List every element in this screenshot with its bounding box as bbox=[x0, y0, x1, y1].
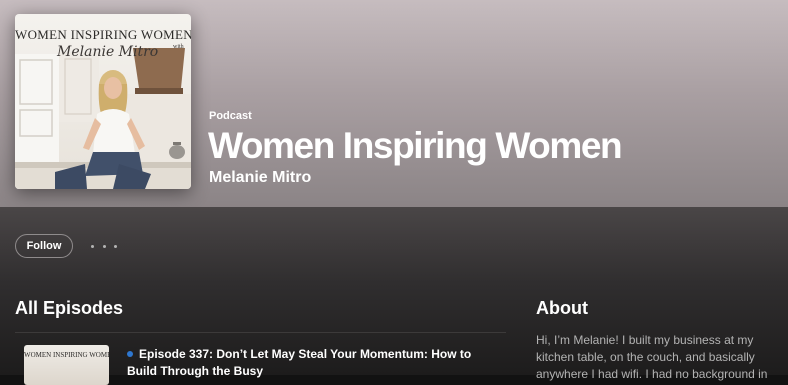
about-description: Hi, I’m Melanie! I built my business at … bbox=[536, 333, 768, 381]
more-options-button[interactable] bbox=[91, 238, 117, 254]
follow-button[interactable]: Follow bbox=[15, 234, 73, 258]
episode-thumbnail[interactable]: WOMEN INSPIRING WOMEN bbox=[24, 345, 109, 385]
cover-title: WOMEN INSPIRING WOMEN bbox=[15, 27, 191, 42]
page-title: Women Inspiring Women bbox=[208, 125, 623, 166]
more-dot-icon bbox=[114, 244, 117, 248]
about-heading: About bbox=[536, 298, 588, 318]
more-dot-icon bbox=[102, 244, 106, 248]
podcast-cover-art: WOMEN INSPIRING WOMEN Melanie Mitro with bbox=[15, 14, 191, 189]
episodes-divider bbox=[15, 332, 506, 333]
cover-host-script: Melanie Mitro bbox=[57, 44, 159, 60]
cover-with-label: with bbox=[173, 44, 184, 50]
host-name-link[interactable]: Melanie Mitro bbox=[209, 169, 311, 187]
more-dot-icon bbox=[91, 244, 94, 248]
all-episodes-heading: All Episodes bbox=[15, 298, 124, 318]
content-type-label: Podcast bbox=[209, 110, 252, 122]
episode-thumbnail-text: WOMEN INSPIRING WOMEN bbox=[24, 351, 109, 359]
